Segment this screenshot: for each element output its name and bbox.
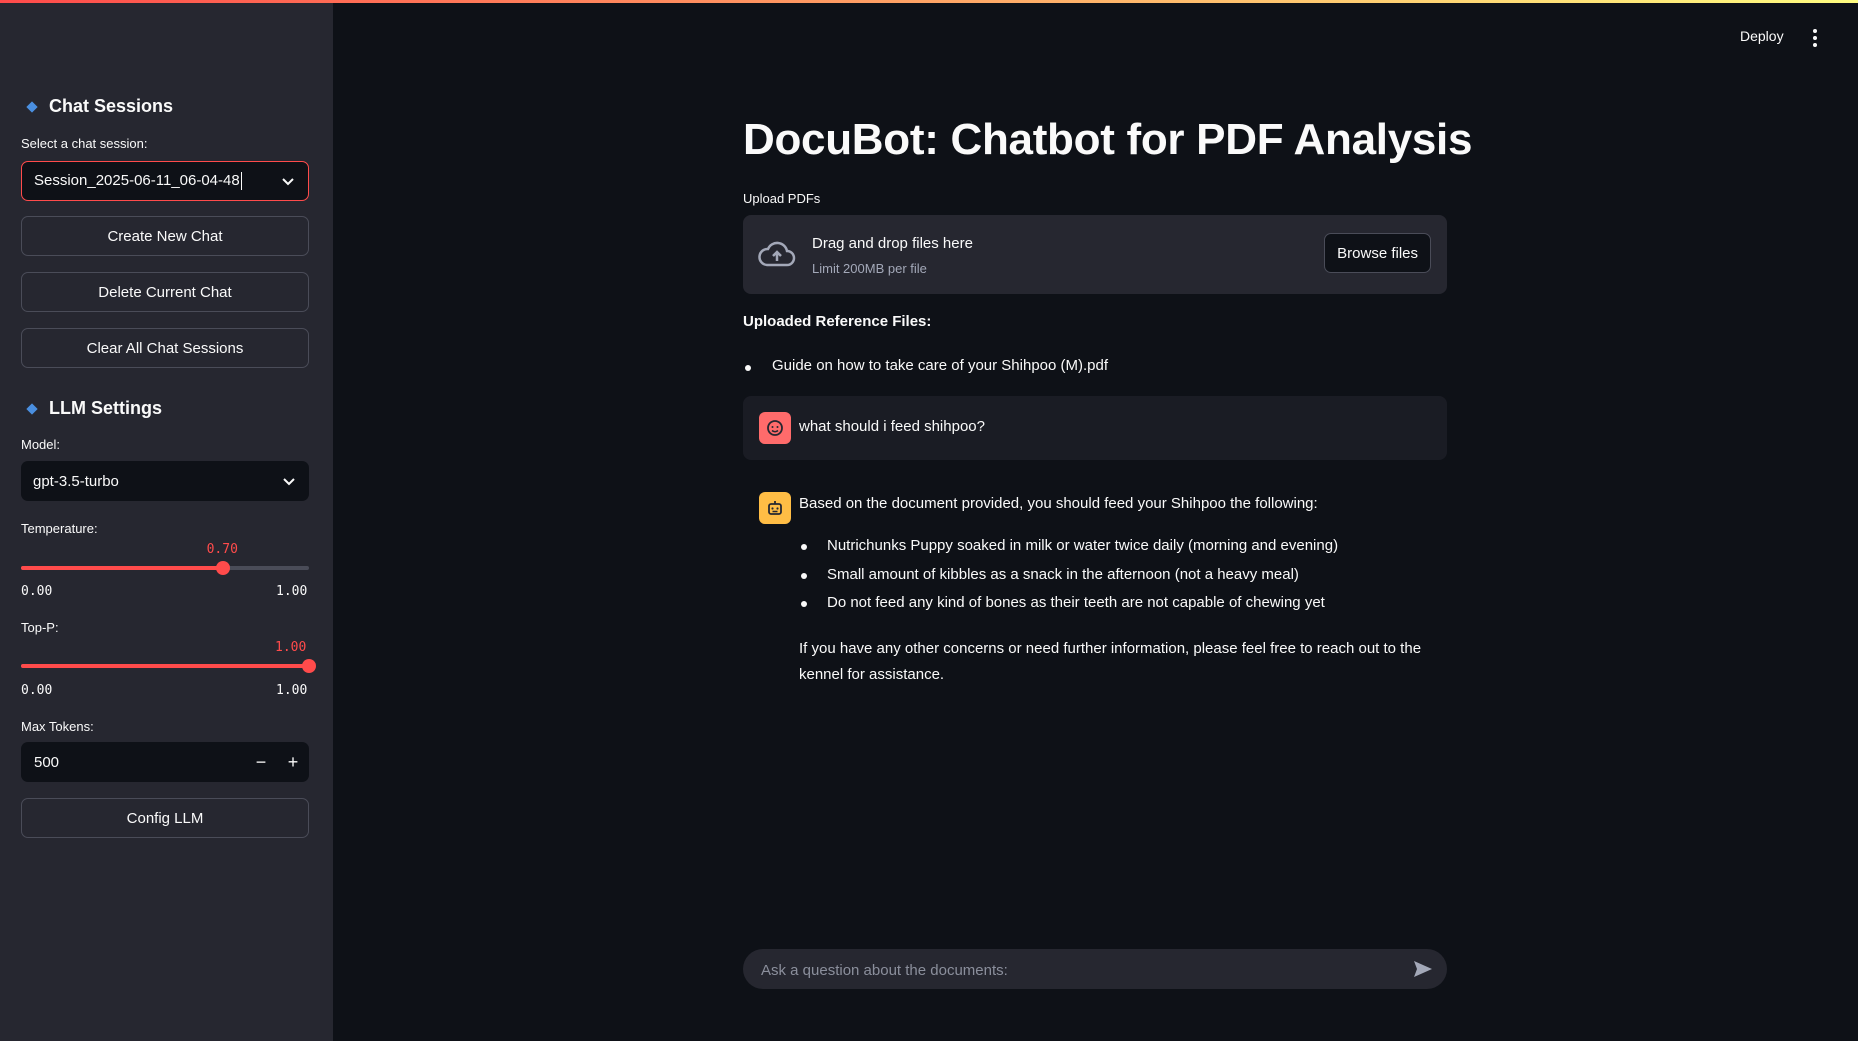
deploy-button[interactable]: Deploy [1740, 28, 1784, 44]
file-dropzone[interactable]: Drag and drop files here Limit 200MB per… [743, 215, 1447, 294]
bot-avatar-icon [759, 492, 791, 524]
llm-settings-title: LLM Settings [49, 398, 162, 418]
browse-files-button[interactable]: Browse files [1324, 233, 1431, 273]
page-title: DocuBot: Chatbot for PDF Analysis [743, 115, 1473, 164]
bullet [801, 573, 807, 579]
model-select[interactable]: gpt-3.5-turbo [21, 461, 309, 501]
model-select-value: gpt-3.5-turbo [33, 472, 119, 490]
temperature-value: 0.70 [206, 542, 238, 557]
reference-file-item: Guide on how to take care of your Shihpo… [772, 357, 1109, 374]
chevron-down-icon [282, 178, 294, 186]
diamond-icon [26, 100, 38, 113]
reference-files-title: Uploaded Reference Files: [743, 313, 932, 330]
chat-sessions-header: Chat Sessions [26, 96, 174, 117]
top-p-slider-thumb[interactable] [302, 659, 316, 673]
top-p-slider-fill [21, 664, 309, 668]
upload-cloud-icon [758, 241, 796, 267]
temperature-label: Temperature: [21, 521, 98, 536]
top-p-label: Top-P: [21, 620, 59, 635]
dropzone-text: Drag and drop files here [812, 235, 973, 252]
max-tokens-input[interactable]: 500 − + [21, 742, 309, 782]
bullet [745, 365, 751, 371]
send-icon[interactable] [1413, 960, 1433, 978]
sidebar: Chat Sessions Select a chat session: Ses… [0, 3, 333, 1041]
top-p-slider[interactable] [21, 659, 316, 673]
delete-current-chat-button[interactable]: Delete Current Chat [21, 272, 309, 312]
max-tokens-label: Max Tokens: [21, 719, 94, 734]
temperature-slider-fill [21, 566, 223, 570]
chat-sessions-title: Chat Sessions [49, 96, 174, 116]
assistant-list-item: Do not feed any kind of bones as their t… [827, 594, 1325, 611]
top-p-max: 1.00 [276, 683, 308, 698]
dropzone-limit: Limit 200MB per file [812, 261, 927, 276]
assistant-closing: If you have any other concerns or need f… [799, 640, 1422, 683]
assistant-intro: Based on the document provided, you shou… [799, 495, 1318, 512]
max-tokens-value[interactable]: 500 [21, 754, 245, 771]
session-select-label: Select a chat session: [21, 136, 148, 151]
temperature-slider[interactable] [21, 561, 309, 575]
chat-input[interactable] [759, 949, 1403, 991]
model-label: Model: [21, 437, 61, 452]
temperature-min: 0.00 [21, 584, 53, 599]
bullet [801, 601, 807, 607]
user-message: what should i feed shihpoo? [743, 396, 1447, 460]
top-p-min: 0.00 [21, 683, 53, 698]
config-llm-button[interactable]: Config LLM [21, 798, 309, 838]
chat-input-container [743, 949, 1447, 991]
clear-all-sessions-button[interactable]: Clear All Chat Sessions [21, 328, 309, 368]
session-select[interactable]: Session_2025-06-11_06-04-48 [21, 161, 309, 201]
temperature-slider-thumb[interactable] [215, 561, 230, 575]
assistant-list-item: Nutrichunks Puppy soaked in milk or wate… [827, 537, 1339, 554]
upload-label: Upload PDFs [743, 191, 821, 206]
bullet [801, 544, 807, 550]
chevron-down-icon [283, 478, 295, 486]
top-p-value: 1.00 [275, 640, 307, 655]
decrement-button[interactable]: − [245, 752, 277, 773]
session-select-value: Session_2025-06-11_06-04-48 [34, 171, 240, 189]
user-message-text: what should i feed shihpoo? [799, 418, 985, 435]
temperature-max: 1.00 [276, 584, 308, 599]
increment-button[interactable]: + [277, 752, 309, 773]
kebab-menu-icon[interactable] [1812, 29, 1818, 50]
diamond-icon [26, 402, 38, 415]
assistant-list-item: Small amount of kibbles as a snack in th… [827, 566, 1299, 583]
user-avatar-icon [759, 412, 791, 444]
llm-settings-header: LLM Settings [26, 398, 162, 419]
create-new-chat-button[interactable]: Create New Chat [21, 216, 309, 256]
